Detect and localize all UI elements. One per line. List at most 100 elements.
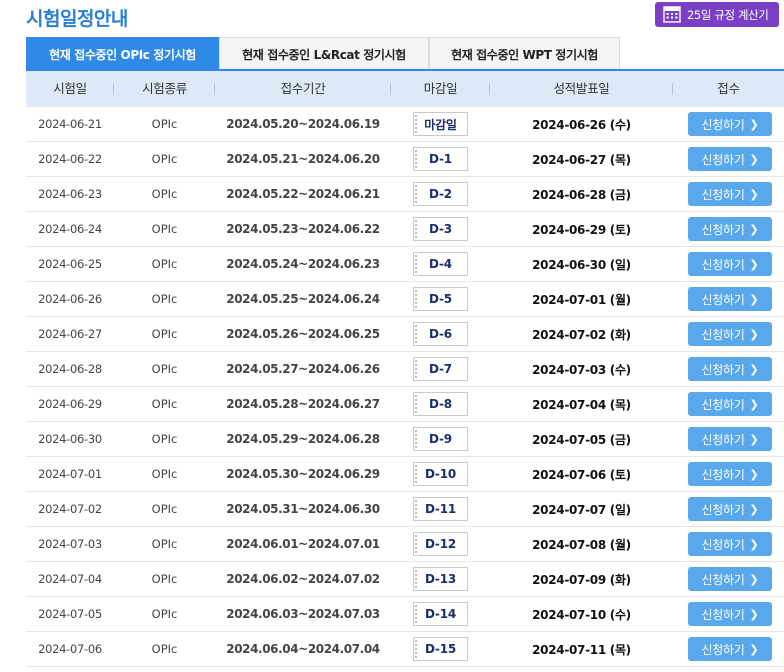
apply-button[interactable]: 신청하기 ❯ — [688, 637, 772, 661]
apply-button[interactable]: 신청하기 ❯ — [688, 182, 772, 206]
table-row: 2024-07-05 OPIc 2024.06.03~2024.07.03 D-14 2… — [26, 597, 784, 632]
chevron-right-icon: ❯ — [749, 222, 759, 236]
apply-button[interactable]: 신청하기 ❯ — [688, 462, 772, 486]
chevron-right-icon: ❯ — [749, 362, 759, 376]
exam-type: OPIc — [151, 187, 178, 201]
deadline-cell: D-9 — [391, 427, 490, 451]
result-date: 2024-07-02 (화) — [532, 327, 631, 342]
exam-type: OPIc — [151, 607, 178, 621]
registration-period: 2024.06.04~2024.07.04 — [226, 642, 380, 656]
chevron-right-icon: ❯ — [749, 397, 759, 411]
header-exam-type: 시험종류 — [114, 71, 215, 107]
apply-button[interactable]: 신청하기 ❯ — [688, 147, 772, 171]
apply-cell: 신청하기 ❯ — [673, 357, 784, 381]
rule-calculator-label: 25일 규정 계산기 — [687, 7, 769, 22]
apply-button[interactable]: 신청하기 ❯ — [688, 217, 772, 241]
exam-date: 2024-07-06 — [38, 642, 102, 656]
apply-button[interactable]: 신청하기 ❯ — [688, 392, 772, 416]
chevron-right-icon: ❯ — [749, 502, 759, 516]
apply-button[interactable]: 신청하기 ❯ — [688, 287, 772, 311]
chevron-right-icon: ❯ — [749, 257, 759, 271]
tab-lrcat[interactable]: 현재 접수중인 L&Rcat 정기시험 — [219, 37, 429, 70]
apply-cell: 신청하기 ❯ — [673, 287, 784, 311]
registration-period: 2024.05.25~2024.06.24 — [226, 292, 380, 306]
table-row: 2024-06-28 OPIc 2024.05.27~2024.06.26 D-7 20… — [26, 352, 784, 387]
table-row: 2024-06-24 OPIc 2024.05.23~2024.06.22 D-3 20… — [26, 212, 784, 247]
exam-type: OPIc — [151, 152, 178, 166]
table-row: 2024-06-22 OPIc 2024.05.21~2024.06.20 D-1 20… — [26, 142, 784, 177]
exam-date: 2024-06-23 — [38, 187, 102, 201]
exam-date: 2024-06-29 — [38, 397, 102, 411]
exam-type: OPIc — [151, 397, 178, 411]
registration-period: 2024.05.22~2024.06.21 — [226, 187, 380, 201]
deadline-badge: D-9 — [413, 427, 468, 451]
apply-button[interactable]: 신청하기 ❯ — [688, 532, 772, 556]
deadline-cell: D-10 — [391, 462, 490, 486]
table-row: 2024-07-01 OPIc 2024.05.30~2024.06.29 D-10 2… — [26, 457, 784, 492]
apply-button[interactable]: 신청하기 ❯ — [688, 252, 772, 276]
deadline-cell: D-4 — [391, 252, 490, 276]
header-exam-date: 시험일 — [26, 71, 114, 107]
apply-button[interactable]: 신청하기 ❯ — [688, 357, 772, 381]
schedule-table: 시험일 시험종류 접수기간 마감일 성적발표일 접수 2024-06-21 OPI… — [26, 71, 784, 667]
result-date: 2024-07-09 (화) — [532, 572, 631, 587]
apply-label: 신청하기 — [701, 432, 745, 447]
exam-date: 2024-07-04 — [38, 572, 102, 586]
apply-label: 신청하기 — [701, 607, 745, 622]
deadline-cell: 마감일 — [391, 112, 490, 136]
exam-type: OPIc — [151, 327, 178, 341]
deadline-cell: D-13 — [391, 567, 490, 591]
apply-cell: 신청하기 ❯ — [673, 497, 784, 521]
result-date: 2024-07-10 (수) — [532, 607, 631, 622]
exam-date: 2024-06-30 — [38, 432, 102, 446]
table-row: 2024-07-02 OPIc 2024.05.31~2024.06.30 D-11 2… — [26, 492, 784, 527]
deadline-badge: D-11 — [413, 497, 468, 521]
apply-cell: 신청하기 ❯ — [673, 182, 784, 206]
apply-button[interactable]: 신청하기 ❯ — [688, 427, 772, 451]
registration-period: 2024.06.03~2024.07.03 — [226, 607, 380, 621]
apply-label: 신청하기 — [701, 397, 745, 412]
deadline-badge: D-12 — [413, 532, 468, 556]
result-date: 2024-07-07 (일) — [532, 502, 631, 517]
apply-label: 신청하기 — [701, 362, 745, 377]
apply-button[interactable]: 신청하기 ❯ — [688, 602, 772, 626]
exam-type: OPIc — [151, 117, 178, 131]
registration-period: 2024.05.23~2024.06.22 — [226, 222, 380, 236]
apply-label: 신청하기 — [701, 327, 745, 342]
tab-opic[interactable]: 현재 접수중인 OPIc 정기시험 — [26, 37, 219, 70]
apply-button[interactable]: 신청하기 ❯ — [688, 567, 772, 591]
apply-cell: 신청하기 ❯ — [673, 602, 784, 626]
exam-type: OPIc — [151, 537, 178, 551]
tab-wpt[interactable]: 현재 접수중인 WPT 정기시험 — [429, 37, 620, 70]
table-row: 2024-06-25 OPIc 2024.05.24~2024.06.23 D-4 20… — [26, 247, 784, 282]
registration-period: 2024.05.31~2024.06.30 — [226, 502, 380, 516]
apply-button[interactable]: 신청하기 ❯ — [688, 112, 772, 136]
exam-tabs: 현재 접수중인 OPIc 정기시험 현재 접수중인 L&Rcat 정기시험 현재… — [26, 37, 620, 70]
deadline-cell: D-7 — [391, 357, 490, 381]
apply-label: 신청하기 — [701, 572, 745, 587]
result-date: 2024-07-04 (목) — [532, 397, 631, 412]
apply-button[interactable]: 신청하기 ❯ — [688, 497, 772, 521]
header-deadline: 마감일 — [391, 71, 490, 107]
result-date: 2024-06-27 (목) — [532, 152, 631, 167]
deadline-badge: D-5 — [413, 287, 468, 311]
apply-cell: 신청하기 ❯ — [673, 252, 784, 276]
chevron-right-icon: ❯ — [749, 572, 759, 586]
deadline-cell: D-6 — [391, 322, 490, 346]
deadline-badge: D-15 — [413, 637, 468, 661]
exam-date: 2024-06-22 — [38, 152, 102, 166]
deadline-badge: D-6 — [413, 322, 468, 346]
apply-label: 신청하기 — [701, 292, 745, 307]
registration-period: 2024.05.26~2024.06.25 — [226, 327, 380, 341]
registration-period: 2024.05.27~2024.06.26 — [226, 362, 380, 376]
calculator-icon — [663, 6, 681, 23]
apply-label: 신청하기 — [701, 117, 745, 132]
chevron-right-icon: ❯ — [749, 642, 759, 656]
rule-calculator-button[interactable]: 25일 규정 계산기 — [655, 2, 779, 27]
apply-button[interactable]: 신청하기 ❯ — [688, 322, 772, 346]
header-apply: 접수 — [717, 81, 740, 96]
registration-period: 2024.06.02~2024.07.02 — [226, 572, 380, 586]
deadline-badge: D-13 — [413, 567, 468, 591]
table-row: 2024-06-21 OPIc 2024.05.20~2024.06.19 마감일 20… — [26, 107, 784, 142]
deadline-badge: D-1 — [413, 147, 468, 171]
